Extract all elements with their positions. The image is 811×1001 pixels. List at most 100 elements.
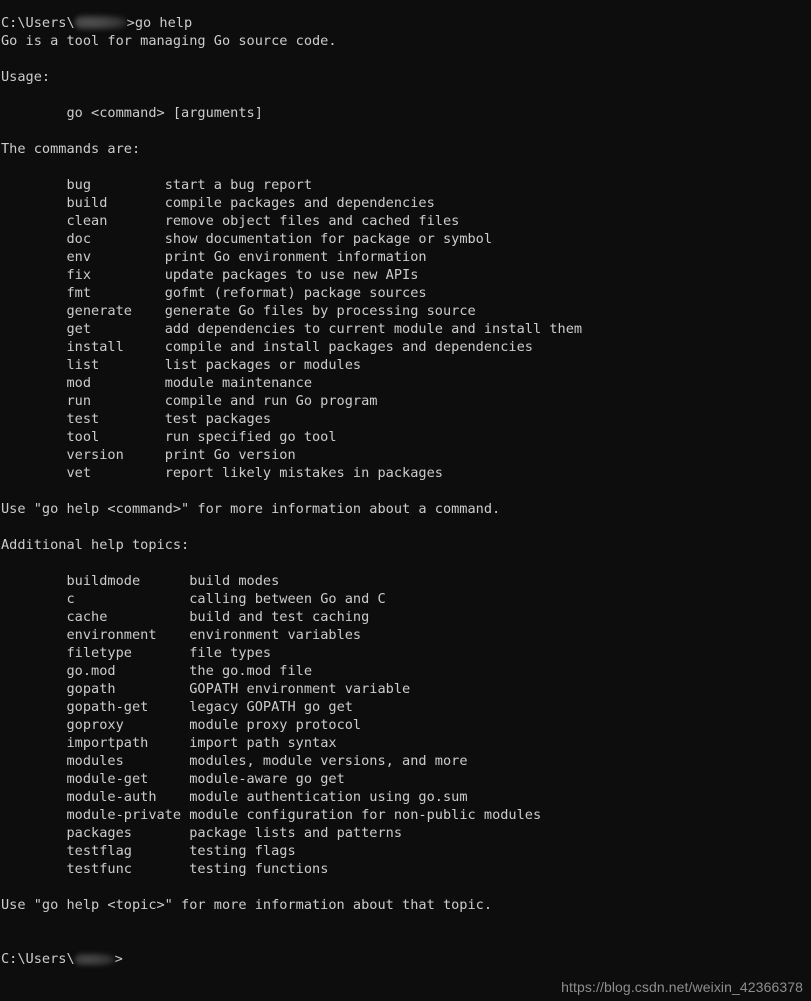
help-topic-row: go.mod the go.mod file bbox=[0, 662, 811, 680]
command-row-name: build bbox=[1, 195, 165, 211]
help-topic-row-description: environment variables bbox=[189, 627, 362, 643]
redacted-username-top bbox=[74, 15, 127, 30]
command-row-description: update packages to use new APIs bbox=[164, 267, 419, 283]
help-topic-row: gopath-get legacy GOPATH go get bbox=[0, 698, 811, 716]
usage-syntax: go <command> [arguments] bbox=[1, 105, 263, 121]
command-help-hint: Use "go help <command>" for more informa… bbox=[1, 501, 501, 517]
help-topic-row-description: module proxy protocol bbox=[189, 717, 362, 733]
help-topic-row-name: modules bbox=[1, 753, 190, 769]
help-topic-row-name: module-private bbox=[1, 807, 190, 823]
help-topic-row: packages package lists and patterns bbox=[0, 824, 811, 842]
help-topic-row-name: goproxy bbox=[1, 717, 190, 733]
help-topic-row-description: testing flags bbox=[189, 843, 296, 859]
help-topic-row-name: module-auth bbox=[1, 789, 190, 805]
help-topic-row-description: GOPATH environment variable bbox=[189, 681, 411, 697]
help-topic-row-description: legacy GOPATH go get bbox=[189, 699, 353, 715]
help-topic-row: c calling between Go and C bbox=[0, 590, 811, 608]
help-topic-row-description: build modes bbox=[189, 573, 280, 589]
intro-text: Go is a tool for managing Go source code… bbox=[1, 33, 337, 49]
command-row-name: generate bbox=[1, 303, 165, 319]
help-topic-row-name: testfunc bbox=[1, 861, 190, 877]
terminal-output-area[interactable]: C:\Users\ > go help Go is a tool for manag… bbox=[0, 14, 811, 968]
help-topic-row: testflag testing flags bbox=[0, 842, 811, 860]
prompt-path-top: C:\Users\ bbox=[1, 15, 75, 31]
commands-list: bug start a bug report build compile pac… bbox=[0, 176, 811, 482]
help-topic-row: module-private module configuration for … bbox=[0, 806, 811, 824]
topic-help-hint: Use "go help <topic>" for more informati… bbox=[1, 897, 493, 913]
help-topic-row-name: c bbox=[1, 591, 190, 607]
command-row-description: module maintenance bbox=[164, 375, 313, 391]
usage-label: Usage: bbox=[1, 69, 51, 85]
help-topic-row-name: buildmode bbox=[1, 573, 190, 589]
help-topic-row-name: gopath-get bbox=[1, 699, 190, 715]
command-row-description: compile packages and dependencies bbox=[164, 195, 435, 211]
help-topic-row: gopath GOPATH environment variable bbox=[0, 680, 811, 698]
command-row-description: compile and run Go program bbox=[164, 393, 378, 409]
typed-command: go help bbox=[134, 15, 193, 31]
command-row-name: clean bbox=[1, 213, 165, 229]
command-row-name: version bbox=[1, 447, 165, 463]
help-topic-row-description: build and test caching bbox=[189, 609, 370, 625]
help-topic-row-description: file types bbox=[189, 645, 272, 661]
command-row-name: fmt bbox=[1, 285, 165, 301]
prompt-caret-bottom: > bbox=[114, 951, 123, 967]
command-row-name: run bbox=[1, 393, 165, 409]
command-row: clean remove object files and cached fil… bbox=[0, 212, 811, 230]
help-topic-row-name: environment bbox=[1, 627, 190, 643]
command-row: tool run specified go tool bbox=[0, 428, 811, 446]
help-topic-row: filetype file types bbox=[0, 644, 811, 662]
help-topic-row-name: module-get bbox=[1, 771, 190, 787]
command-row-description: run specified go tool bbox=[164, 429, 337, 445]
help-topic-row-description: module configuration for non-public modu… bbox=[189, 807, 542, 823]
help-topic-row-name: importpath bbox=[1, 735, 190, 751]
help-topic-row-description: testing functions bbox=[189, 861, 329, 877]
command-row-name: tool bbox=[1, 429, 165, 445]
help-topic-row-description: module authentication using go.sum bbox=[189, 789, 468, 805]
command-row: install compile and install packages and… bbox=[0, 338, 811, 356]
command-row-description: remove object files and cached files bbox=[164, 213, 460, 229]
command-row: list list packages or modules bbox=[0, 356, 811, 374]
command-row: fmt gofmt (reformat) package sources bbox=[0, 284, 811, 302]
command-row-description: list packages or modules bbox=[164, 357, 362, 373]
command-row-name: mod bbox=[1, 375, 165, 391]
terminal-window[interactable]: C:\Users\ > go help Go is a tool for manag… bbox=[0, 0, 811, 1001]
help-topic-row: module-get module-aware go get bbox=[0, 770, 811, 788]
command-row-description: show documentation for package or symbol bbox=[164, 231, 493, 247]
help-topic-row: importpath import path syntax bbox=[0, 734, 811, 752]
command-row-description: report likely mistakes in packages bbox=[164, 465, 443, 481]
command-row: bug start a bug report bbox=[0, 176, 811, 194]
command-row-name: test bbox=[1, 411, 165, 427]
help-topic-row-name: testflag bbox=[1, 843, 190, 859]
command-row: fix update packages to use new APIs bbox=[0, 266, 811, 284]
help-topic-row-name: gopath bbox=[1, 681, 190, 697]
help-topic-row-description: module-aware go get bbox=[189, 771, 345, 787]
command-row-description: generate Go files by processing source bbox=[164, 303, 476, 319]
command-row-name: bug bbox=[1, 177, 165, 193]
command-row-name: vet bbox=[1, 465, 165, 481]
command-prompt-line-bottom[interactable]: C:\Users\ > bbox=[0, 950, 811, 968]
command-row-name: env bbox=[1, 249, 165, 265]
command-row: version print Go version bbox=[0, 446, 811, 464]
watermark-url: https://blog.csdn.net/weixin_42366378 bbox=[561, 979, 803, 995]
command-row-description: add dependencies to current module and i… bbox=[164, 321, 583, 337]
prompt-path-bottom: C:\Users\ bbox=[1, 951, 75, 967]
command-row: generate generate Go files by processing… bbox=[0, 302, 811, 320]
help-topic-row: cache build and test caching bbox=[0, 608, 811, 626]
redacted-username-bottom bbox=[74, 953, 115, 966]
help-topic-row-description: calling between Go and C bbox=[189, 591, 386, 607]
command-row: run compile and run Go program bbox=[0, 392, 811, 410]
command-row-description: print Go version bbox=[164, 447, 296, 463]
topics-label: Additional help topics: bbox=[1, 537, 190, 553]
command-row: build compile packages and dependencies bbox=[0, 194, 811, 212]
command-row-description: print Go environment information bbox=[164, 249, 427, 265]
command-row: mod module maintenance bbox=[0, 374, 811, 392]
help-topic-row: module-auth module authentication using … bbox=[0, 788, 811, 806]
help-topic-row-name: filetype bbox=[1, 645, 190, 661]
help-topic-row: modules modules, module versions, and mo… bbox=[0, 752, 811, 770]
